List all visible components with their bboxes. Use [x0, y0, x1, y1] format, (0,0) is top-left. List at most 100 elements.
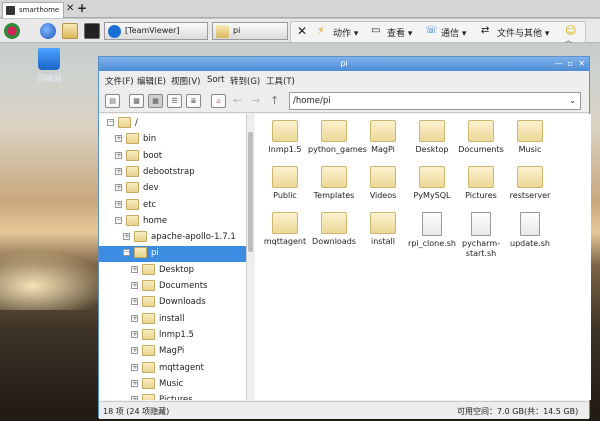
folder-item[interactable]: mqttagent [259, 212, 311, 247]
expander-icon[interactable]: + [131, 298, 138, 306]
expander-icon[interactable]: − [107, 119, 114, 126]
status-bar: 18 项 (24 项隐藏) 可用空间：7.0 GB(共：14.5 GB) [99, 401, 589, 419]
script-file-item[interactable]: update.sh [504, 212, 556, 249]
menu-sort[interactable]: Sort [207, 75, 224, 85]
tree-item[interactable]: + Downloads [131, 295, 246, 311]
expander-icon[interactable]: + [115, 200, 122, 208]
folder-item[interactable]: MagPi [357, 120, 409, 155]
tree-item[interactable]: + dev [115, 181, 246, 197]
path-input[interactable]: /home/pi ⌄ [289, 92, 581, 110]
tree-item[interactable]: + Music [131, 377, 246, 393]
tree-item[interactable]: + MagPi [131, 344, 246, 360]
sidebar-toggle-icon[interactable]: ▤ [105, 94, 120, 108]
actions-menu[interactable]: 动作 ▾ [333, 26, 358, 39]
script-file-item[interactable]: pycharm-start.sh [455, 212, 507, 259]
close-window-icon[interactable]: ✕ [578, 59, 585, 68]
folder-item[interactable]: Pictures [455, 166, 507, 201]
minimize-icon[interactable]: — [555, 59, 563, 68]
close-session-icon[interactable]: ✕ [297, 24, 307, 38]
tree-item[interactable]: + debootstrap [115, 165, 246, 181]
menu-go[interactable]: 转到(G) [230, 75, 260, 87]
expander-icon[interactable]: − [115, 216, 122, 224]
thumbnail-view-icon[interactable]: ▦ [148, 94, 163, 108]
tree-item[interactable]: + mqttagent [131, 361, 246, 377]
tree-item[interactable]: + Documents [131, 279, 246, 295]
terminal-icon[interactable] [84, 23, 100, 39]
expander-icon[interactable]: − [123, 249, 130, 257]
detail-view-icon[interactable]: ≣ [186, 94, 201, 108]
taskbar-pi-button[interactable]: pi [212, 22, 288, 40]
comm-menu[interactable]: 通信 ▾ [441, 26, 466, 39]
file-manager-icon[interactable] [62, 23, 78, 39]
tree-scrollbar[interactable] [246, 114, 254, 400]
expander-icon[interactable]: + [115, 167, 122, 175]
menu-tools[interactable]: 工具(T) [266, 75, 295, 87]
menu-file[interactable]: 文件(F) [105, 75, 134, 87]
taskbar-pi-label: pi [233, 26, 241, 35]
folder-item[interactable]: Videos [357, 166, 409, 201]
folder-icon [370, 212, 396, 234]
window-controls: — ▫ ✕ [555, 59, 585, 68]
script-file-item[interactable]: rpi_clone.sh [406, 212, 458, 249]
taskbar-teamviewer-label: [TeamViewer] [125, 26, 180, 35]
raspberry-menu-icon[interactable] [4, 23, 20, 39]
trash-icon[interactable] [38, 48, 60, 70]
forward-icon[interactable]: → [251, 94, 260, 107]
browser-icon[interactable] [40, 23, 56, 39]
expander-icon[interactable]: + [115, 184, 122, 192]
tree-item[interactable]: − home [115, 214, 246, 230]
tree-item[interactable]: + apache-apollo-1.7.1 [123, 230, 246, 246]
tree-item[interactable]: + bin [115, 132, 246, 148]
compact-view-icon[interactable]: ☰ [167, 94, 182, 108]
tree-item[interactable]: + lnmp1.5 [131, 328, 246, 344]
expander-icon[interactable]: + [131, 347, 138, 355]
browser-tab-smarthome[interactable]: smarthome [2, 2, 64, 18]
taskbar-teamviewer-button[interactable]: [TeamViewer] [104, 22, 208, 40]
tree-scroll-thumb[interactable] [248, 132, 253, 252]
expander-icon[interactable]: + [131, 396, 138, 400]
expander-icon[interactable]: + [131, 314, 138, 322]
menu-view[interactable]: 视图(V) [171, 75, 200, 87]
folder-item[interactable]: python_games [308, 120, 367, 155]
expander-icon[interactable]: + [115, 135, 122, 143]
window-titlebar[interactable]: pi — ▫ ✕ [99, 57, 589, 71]
expander-icon[interactable]: + [123, 233, 130, 241]
tree-item-label: bin [143, 134, 157, 145]
folder-item[interactable]: Downloads [308, 212, 360, 247]
tree-item[interactable]: − pi [99, 246, 246, 263]
tree-item-label: dev [143, 183, 159, 194]
files-menu[interactable]: 文件与其他 ▾ [497, 26, 549, 39]
folder-item[interactable]: Public [259, 166, 311, 201]
new-tab-icon[interactable]: + [77, 1, 87, 15]
up-icon[interactable]: ↑ [270, 94, 279, 107]
folder-item[interactable]: lnmp1.5 [259, 120, 311, 155]
tree-item[interactable]: − / [107, 116, 246, 132]
home-icon[interactable]: ⌂ [211, 94, 226, 108]
tree-item[interactable]: + Desktop [131, 263, 246, 279]
chevron-down-icon[interactable]: ⌄ [569, 96, 576, 105]
expander-icon[interactable]: + [131, 282, 138, 289]
tree-item[interactable]: + boot [115, 149, 246, 165]
expander-icon[interactable]: + [131, 379, 138, 387]
back-icon[interactable]: ← [233, 94, 242, 107]
menu-edit[interactable]: 编辑(E) [137, 75, 166, 87]
folder-item[interactable]: Documents [455, 120, 507, 155]
expander-icon[interactable]: + [131, 363, 138, 371]
folder-item[interactable]: restserver [504, 166, 556, 201]
icon-view-icon[interactable]: ▦ [129, 94, 144, 108]
expander-icon[interactable]: + [131, 330, 138, 338]
maximize-icon[interactable]: ▫ [568, 59, 573, 68]
tree-item[interactable]: + Pictures [131, 393, 246, 400]
close-tab-icon[interactable]: ✕ [66, 3, 74, 14]
view-menu[interactable]: 查看 ▾ [387, 26, 412, 39]
folder-item[interactable]: Music [504, 120, 556, 155]
folder-item[interactable]: Templates [308, 166, 360, 201]
folder-item[interactable]: Desktop [406, 120, 458, 155]
collapse-icon[interactable]: ︿ [565, 35, 572, 45]
expander-icon[interactable]: + [131, 265, 138, 273]
folder-item[interactable]: install [357, 212, 409, 247]
tree-item[interactable]: + install [131, 312, 246, 328]
folder-item[interactable]: PyMySQL [406, 166, 458, 201]
tree-item[interactable]: + etc [115, 198, 246, 214]
expander-icon[interactable]: + [115, 151, 122, 159]
